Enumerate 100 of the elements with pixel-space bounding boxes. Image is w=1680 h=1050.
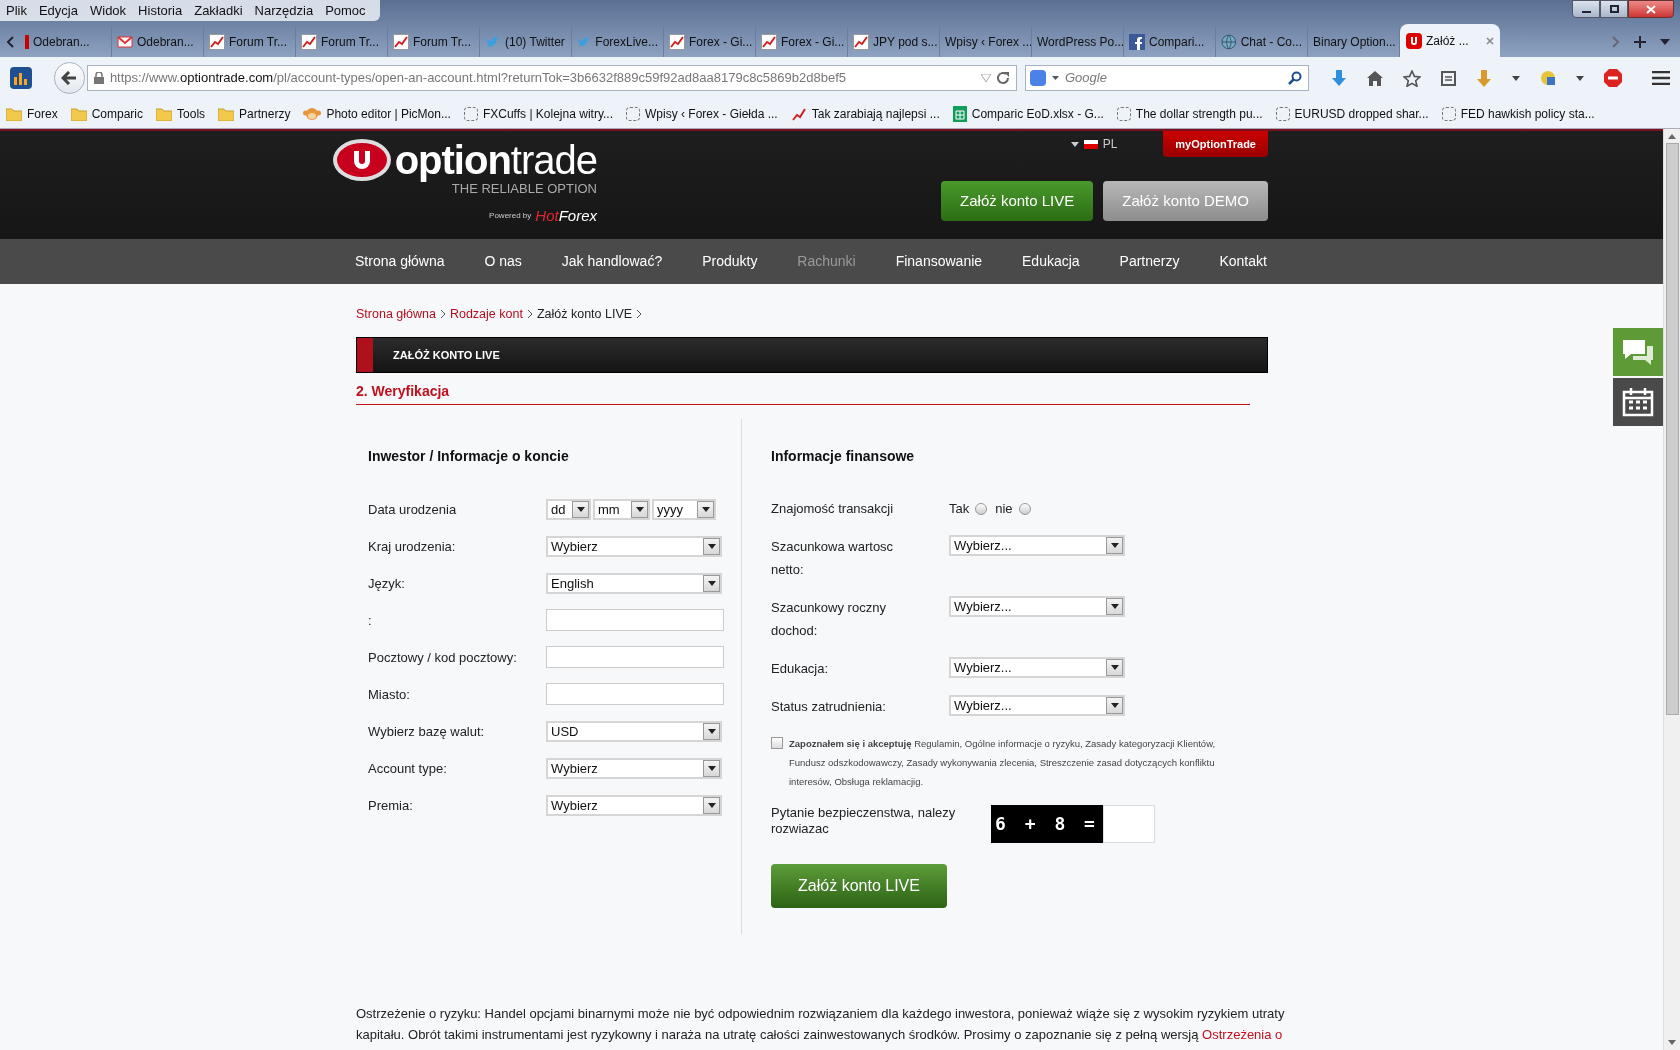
nav-link[interactable]: O nas: [484, 251, 522, 272]
menu-item[interactable]: Historia: [132, 0, 189, 21]
chat-bubbles-icon: [1621, 338, 1655, 366]
adblock-icon[interactable]: [1604, 69, 1622, 87]
download-icon[interactable]: [1331, 70, 1347, 86]
nav-link[interactable]: Finansowanie: [895, 251, 983, 272]
dropdown-select[interactable]: yyyy: [652, 498, 716, 520]
text-input[interactable]: [546, 609, 724, 632]
chevron-left-icon[interactable]: [6, 36, 14, 48]
new-tab-icon[interactable]: [1634, 36, 1646, 48]
nav-link[interactable]: Partnerzy: [1119, 251, 1180, 272]
bookmark-item[interactable]: Partnerzy: [216, 104, 293, 123]
bookmark-item[interactable]: Comparic: [68, 104, 146, 123]
dropdown-select[interactable]: mm: [593, 498, 650, 520]
language-selector[interactable]: PL: [1070, 135, 1118, 153]
field-label: Edukacja:: [771, 659, 830, 678]
field-label: Szacunkowa wartosc netto:: [771, 537, 895, 579]
captcha-input[interactable]: [1103, 804, 1155, 843]
close-icon: [1646, 4, 1656, 14]
blank-page-icon: [1441, 106, 1456, 121]
clipboard-icon[interactable]: [1441, 70, 1456, 86]
nav-link[interactable]: Kontakt: [1219, 251, 1267, 272]
star-icon[interactable]: [1403, 69, 1421, 87]
app-icon[interactable]: [10, 67, 32, 89]
text-input[interactable]: [546, 646, 724, 669]
browser-tab[interactable]: Załóż ...: [1400, 24, 1500, 57]
dropdown-select[interactable]: Wybierz...: [949, 534, 1125, 556]
menu-item[interactable]: Edycja: [32, 0, 84, 21]
logo-text: optiontrade: [394, 140, 597, 180]
minimize-button[interactable]: [1572, 0, 1600, 18]
dropdown-select[interactable]: English: [546, 572, 722, 594]
back-arrow-icon: [61, 71, 78, 85]
checkbox[interactable]: [771, 736, 783, 749]
bookmark-item[interactable]: Comparic EoD.xlsx - G...: [950, 104, 1106, 123]
dropdown-select[interactable]: Wybierz: [546, 794, 722, 816]
maximize-button[interactable]: [1600, 0, 1628, 18]
account-link[interactable]: myOptionTrade: [1163, 131, 1268, 157]
search-icon[interactable]: [1288, 71, 1302, 85]
blank-page-icon: [463, 106, 478, 121]
submit-button[interactable]: Załóż konto LIVE: [771, 863, 947, 908]
caret-icon[interactable]: [1576, 75, 1584, 81]
column-heading: Informacje finansowe: [771, 446, 916, 466]
site-favicon-icon: [1406, 32, 1422, 49]
menu-item[interactable]: Widok: [84, 0, 133, 21]
breadcrumb-link[interactable]: Rodzaje kont: [449, 305, 523, 324]
radio-option[interactable]: nie: [995, 498, 1031, 519]
dropdown-select[interactable]: Wybierz: [546, 535, 722, 557]
search-field[interactable]: Google: [1025, 65, 1309, 91]
field-label: Znajomość transakcji: [771, 499, 895, 518]
menu-item[interactable]: Pomoc: [319, 0, 372, 21]
dropdown-select[interactable]: USD: [546, 720, 722, 742]
captcha-image: 6 + 8 =: [991, 804, 1103, 843]
field-label: Status zatrudnienia:: [771, 697, 887, 716]
dropdown-select[interactable]: Wybierz...: [949, 694, 1125, 716]
bookmark-item[interactable]: Tools: [154, 104, 208, 123]
bookmark-item[interactable]: FXCuffs | Kolejna witry...: [461, 104, 615, 123]
scrollbar[interactable]: [1663, 129, 1680, 1050]
accent-stripe: [357, 337, 373, 372]
bookmark-item[interactable]: The dollar strength pu...: [1114, 104, 1265, 123]
scroll-up-icon[interactable]: [1668, 134, 1676, 139]
search-input[interactable]: Google: [1065, 68, 1282, 88]
menu-item[interactable]: Zakładki: [188, 0, 249, 21]
breadcrumb-link[interactable]: Strona główna: [356, 305, 436, 324]
dropdown-select[interactable]: Wybierz...: [949, 656, 1125, 678]
back-button[interactable]: [53, 62, 85, 94]
dropdown-select[interactable]: dd: [546, 498, 591, 520]
bookmark-item[interactable]: Tak zarabiają najlepsi ...: [788, 104, 942, 123]
chart-icon: [761, 34, 777, 50]
radio-option[interactable]: Tak: [949, 498, 988, 519]
calendar-widget-button[interactable]: [1613, 378, 1663, 426]
close-tab-icon[interactable]: [1486, 36, 1494, 45]
field-label: Język:: [368, 574, 406, 593]
chart-icon: [209, 34, 225, 50]
dropdown-select[interactable]: Wybierz: [546, 757, 722, 779]
nav-link[interactable]: Produkty: [702, 251, 758, 272]
address-bar[interactable]: https://www.optiontrade.com/pl/account-types/open-an-account.html?returnTok=3b6632f889c59f92ad8aa8179c8c5869b2d8bef5: [86, 65, 1017, 91]
menu-item[interactable]: Plik: [0, 0, 33, 21]
reload-icon[interactable]: [997, 71, 1010, 85]
menu-item[interactable]: Narzędzia: [248, 0, 320, 21]
text-input[interactable]: [546, 683, 724, 706]
bookmark-item[interactable]: FED hawkish policy sta...: [1439, 104, 1597, 123]
menu-icon[interactable]: [1652, 71, 1670, 85]
close-button[interactable]: [1628, 0, 1674, 18]
field-label: Szacunkowy roczny dochod:: [771, 598, 887, 640]
caret-icon[interactable]: [1052, 76, 1059, 80]
google-icon: [1030, 70, 1046, 86]
nav-link[interactable]: Strona główna: [355, 251, 445, 272]
open-live-account-button[interactable]: Załóż konto LIVE: [941, 181, 1094, 221]
risk-warning-link[interactable]: Ostrzeżenia o: [1202, 1026, 1283, 1042]
bookmark-item[interactable]: Photo editor | PicMon...: [301, 104, 453, 123]
caret-icon[interactable]: [1512, 75, 1520, 81]
home-icon[interactable]: [1367, 70, 1383, 86]
bookmark-item[interactable]: Wpisy ‹ Forex - Giełda ...: [624, 104, 780, 123]
bookmark-item[interactable]: Forex: [4, 104, 60, 123]
nav-link[interactable]: Jak handlować?: [561, 251, 663, 272]
nav-link[interactable]: Edukacja: [1022, 251, 1080, 272]
scroll-down-icon[interactable]: [1668, 1040, 1676, 1045]
dropdown-select[interactable]: Wybierz...: [949, 595, 1125, 617]
bookmark-item[interactable]: EURUSD dropped shar...: [1273, 104, 1431, 123]
caret-icon[interactable]: [1660, 39, 1670, 45]
